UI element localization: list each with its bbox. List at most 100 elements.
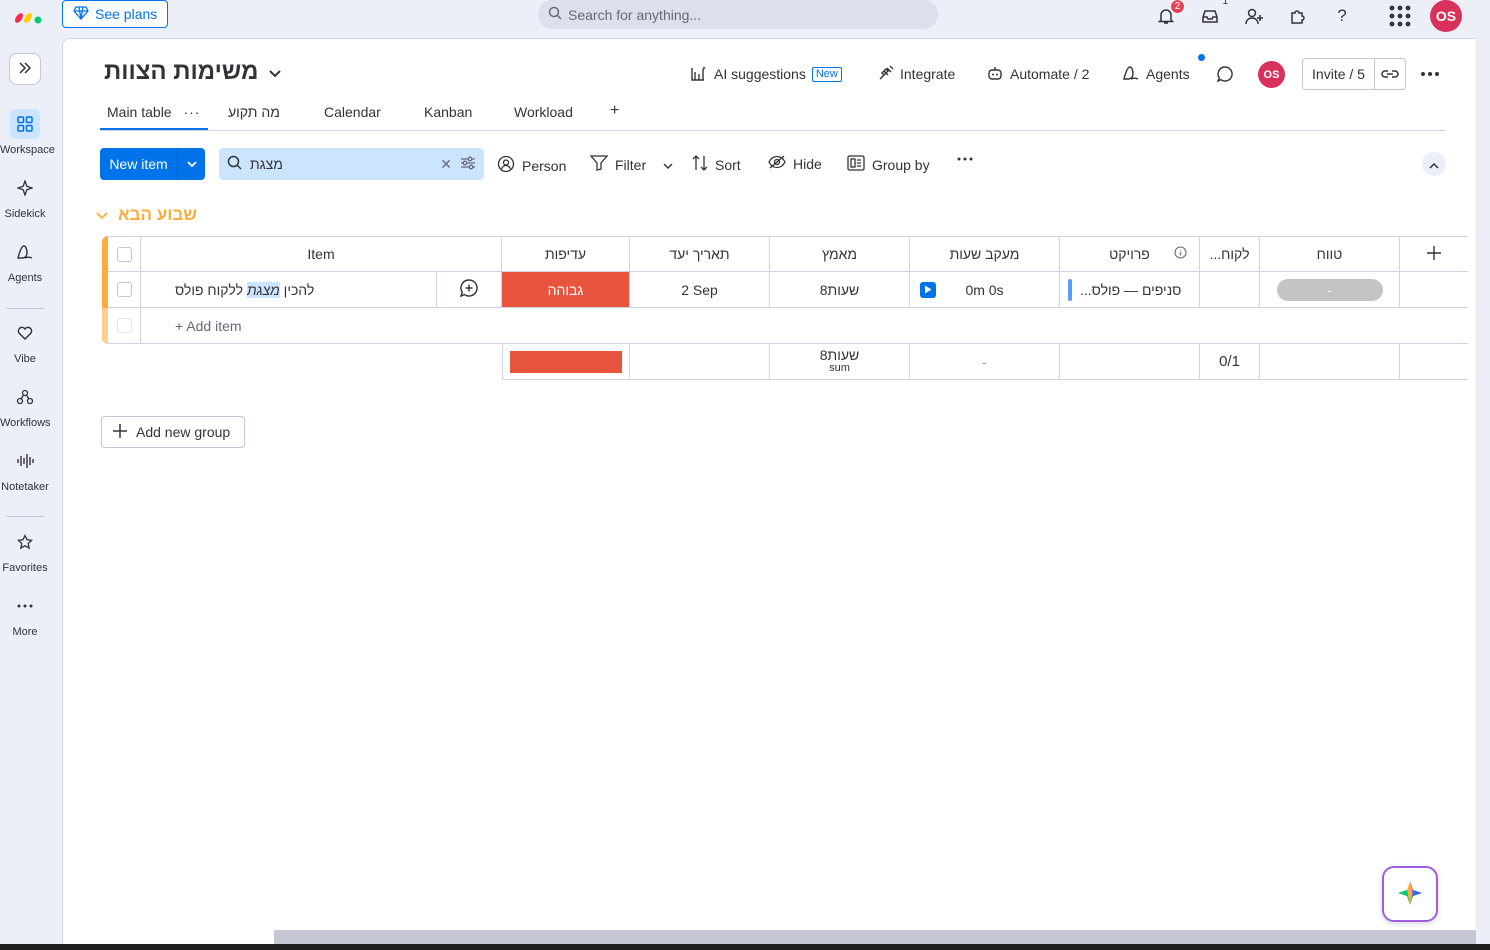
integrate-button[interactable]: Integrate [878, 64, 955, 84]
copy-link-icon[interactable] [1375, 59, 1405, 89]
play-timer-icon[interactable] [920, 281, 936, 298]
agents-button[interactable]: Agents [1122, 64, 1190, 84]
tab-workload[interactable]: Workload [514, 104, 573, 120]
rail-item-workspace[interactable]: Workspace [0, 109, 55, 156]
tab-calendar[interactable]: Calendar [324, 104, 381, 120]
apps-puzzle-icon[interactable] [1286, 4, 1310, 28]
group-by-icon [847, 155, 865, 174]
effort-sum-label: sum [829, 361, 850, 374]
column-header-due-date[interactable]: תאריך יעד [630, 236, 770, 272]
project-value: ...סניפים — פולס [1080, 281, 1182, 298]
add-item-input[interactable]: + Add item [141, 308, 1468, 344]
rail-item-more[interactable]: More [0, 591, 50, 638]
person-label: Person [522, 157, 567, 174]
column-header-time-tracking[interactable]: מעקב שעות [910, 236, 1060, 272]
monday-logo[interactable] [14, 5, 44, 25]
item-name: להכין מצגת ללקוח פולס [175, 281, 315, 298]
rail-item-favorites[interactable]: Favorites [0, 527, 50, 574]
invite-button-group: Invite / 5 [1302, 58, 1406, 90]
priority-summary-bar [510, 350, 622, 373]
column-header-priority[interactable]: עדיפות [502, 236, 630, 272]
automate-button[interactable]: Automate / 2 [986, 64, 1089, 84]
collapse-header-button[interactable] [1422, 152, 1446, 176]
group-title[interactable]: שבוע הבא [118, 205, 197, 225]
project-cell[interactable]: ...סניפים — פולס [1060, 272, 1200, 308]
eye-slash-icon [768, 155, 786, 172]
board-title[interactable]: משימות הצוות [104, 58, 282, 86]
select-all-checkbox[interactable] [116, 246, 132, 262]
clear-search-icon[interactable]: ✕ [440, 156, 452, 173]
rail-item-sidekick[interactable]: Sidekick [0, 173, 50, 220]
chevron-down-icon [268, 58, 282, 86]
row-select-cell [108, 272, 141, 308]
time-tracking-cell[interactable]: 0m 0s [910, 272, 1060, 308]
effort-sum-value: 8שעות [819, 346, 860, 363]
filter-button[interactable]: Filter [589, 155, 673, 174]
global-search-input[interactable]: Search for anything... [538, 0, 938, 29]
inbox-icon[interactable]: 1 [1198, 0, 1228, 28]
column-header-project[interactable]: פרויקט [1060, 236, 1200, 272]
column-header-item[interactable]: Item [141, 236, 502, 272]
tab-menu-icon[interactable]: ··· [183, 104, 200, 120]
person-filter-button[interactable]: Person [497, 155, 566, 176]
board-member-avatar[interactable]: OS [1258, 61, 1285, 88]
chevron-down-icon[interactable] [96, 205, 108, 225]
column-header-range[interactable]: טווח [1260, 236, 1400, 272]
toolbar-more-icon[interactable] [957, 157, 973, 161]
bottom-edge [0, 944, 1490, 950]
ai-suggestions-button[interactable]: AI suggestions New [690, 64, 842, 84]
range-cell[interactable]: - [1260, 272, 1400, 308]
integrate-label: Integrate [900, 66, 956, 82]
new-item-button[interactable]: New item [100, 148, 178, 180]
rail-item-notetaker[interactable]: Notetaker [0, 446, 50, 493]
ai-suggestions-label: AI suggestions [714, 66, 806, 82]
tab-main-table[interactable]: Main table ··· [100, 104, 208, 130]
project-summary-cell [1060, 344, 1200, 380]
tab-stuck[interactable]: מה תקוע [228, 104, 280, 120]
rail-item-workflows[interactable]: Workflows [0, 382, 51, 429]
priority-cell[interactable]: גבוהה [502, 272, 630, 308]
info-icon[interactable] [1174, 246, 1187, 262]
item-name-cell[interactable]: להכין מצגת ללקוח פולס [141, 272, 437, 308]
add-view-button[interactable]: + [610, 102, 619, 120]
table-row[interactable]: להכין מצגת ללקוח פולס גבוהה 2 Sep 8שעות … [102, 272, 1468, 308]
invite-button[interactable]: Invite / 5 [1303, 59, 1375, 89]
client-cell[interactable] [1200, 272, 1260, 308]
apps-grid-icon[interactable] [1388, 4, 1412, 28]
empty-summary-cell [1400, 344, 1468, 380]
invite-members-icon[interactable] [1242, 4, 1266, 28]
board-search-input[interactable]: מצגת ✕ [219, 148, 484, 180]
sidekick-floating-button[interactable] [1382, 866, 1438, 922]
search-options-icon[interactable] [460, 156, 476, 173]
hide-button[interactable]: Hide [768, 155, 822, 172]
row-checkbox[interactable] [116, 282, 132, 297]
due-date-cell[interactable]: 2 Sep [630, 272, 770, 308]
add-item-checkbox-cell [108, 308, 141, 344]
search-placeholder: Search for anything... [568, 6, 702, 23]
updates-chat-icon[interactable] [1216, 64, 1234, 84]
board-menu-icon[interactable] [1421, 64, 1439, 84]
tab-kanban[interactable]: Kanban [424, 104, 472, 120]
rail-item-vibe[interactable]: Vibe [0, 318, 50, 365]
add-column-button[interactable] [1400, 236, 1468, 272]
group-by-button[interactable]: Group by [847, 155, 930, 174]
column-header-effort[interactable]: מאמץ [770, 236, 910, 272]
column-header-client[interactable]: ...לקוח [1200, 236, 1260, 272]
user-avatar[interactable]: OS [1430, 0, 1462, 32]
effort-summary-cell[interactable]: 8שעות sum [770, 344, 910, 380]
new-item-dropdown-icon[interactable] [178, 148, 205, 180]
item-name-pre: להכין [279, 281, 315, 298]
add-new-group-button[interactable]: Add new group [101, 416, 245, 448]
rail-item-agents[interactable]: Agents [0, 237, 50, 284]
item-updates-cell[interactable] [437, 272, 502, 308]
priority-summary-cell[interactable] [502, 344, 630, 380]
notifications-bell-icon[interactable]: 2 [1154, 0, 1185, 28]
see-plans-button[interactable]: See plans [62, 0, 168, 28]
group-header[interactable]: שבוע הבא [96, 205, 197, 225]
help-icon[interactable]: ? [1330, 4, 1354, 28]
rail-label-workflows: Workflows [0, 417, 51, 429]
expand-sidebar-button[interactable] [9, 53, 41, 85]
effort-cell[interactable]: 8שעות [770, 272, 910, 308]
sort-button[interactable]: Sort [692, 155, 741, 174]
chevron-down-icon[interactable] [663, 157, 673, 173]
